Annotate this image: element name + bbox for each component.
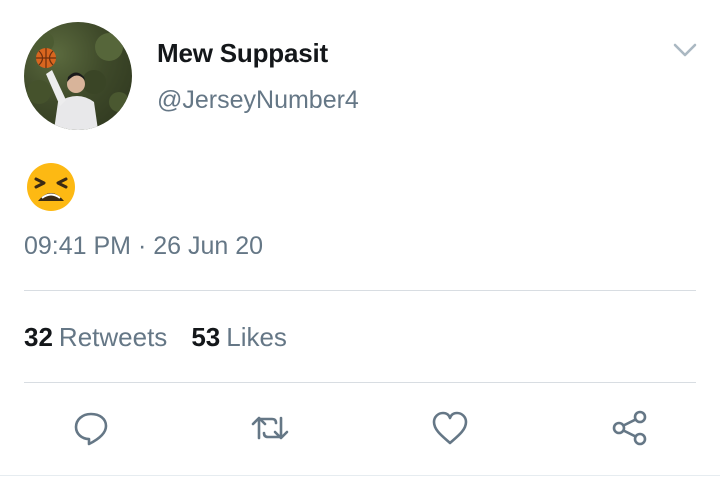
chevron-down-icon[interactable]	[672, 40, 698, 60]
tweet-stats: 32 Retweets 53 Likes	[24, 322, 287, 353]
share-button[interactable]	[607, 405, 653, 451]
retweet-arrows-icon	[251, 416, 289, 440]
retweet-button[interactable]	[247, 405, 293, 451]
divider	[24, 382, 696, 383]
heart-icon	[432, 411, 468, 445]
retweets-count: 32	[24, 322, 53, 352]
tweet-timestamp[interactable]: 09:41 PM · 26 Jun 20	[24, 232, 263, 261]
divider	[24, 290, 696, 291]
likes-label: Likes	[226, 322, 287, 352]
avatar-photo	[27, 32, 129, 130]
like-button[interactable]	[427, 405, 473, 451]
likes-stat[interactable]: 53 Likes	[191, 322, 287, 353]
retweets-label: Retweets	[58, 322, 168, 352]
display-name[interactable]: Mew Suppasit	[157, 38, 328, 69]
tweet-action-bar	[0, 405, 720, 451]
bottom-divider	[0, 475, 720, 476]
share-nodes-icon	[612, 410, 647, 446]
speech-bubble-icon	[74, 412, 108, 446]
tired-face-emoji	[27, 163, 75, 211]
user-handle[interactable]: @JerseyNumber4	[157, 86, 359, 115]
reply-button[interactable]	[68, 405, 114, 451]
likes-count: 53	[191, 322, 221, 352]
avatar[interactable]	[24, 22, 132, 130]
retweets-stat[interactable]: 32 Retweets	[24, 322, 167, 353]
